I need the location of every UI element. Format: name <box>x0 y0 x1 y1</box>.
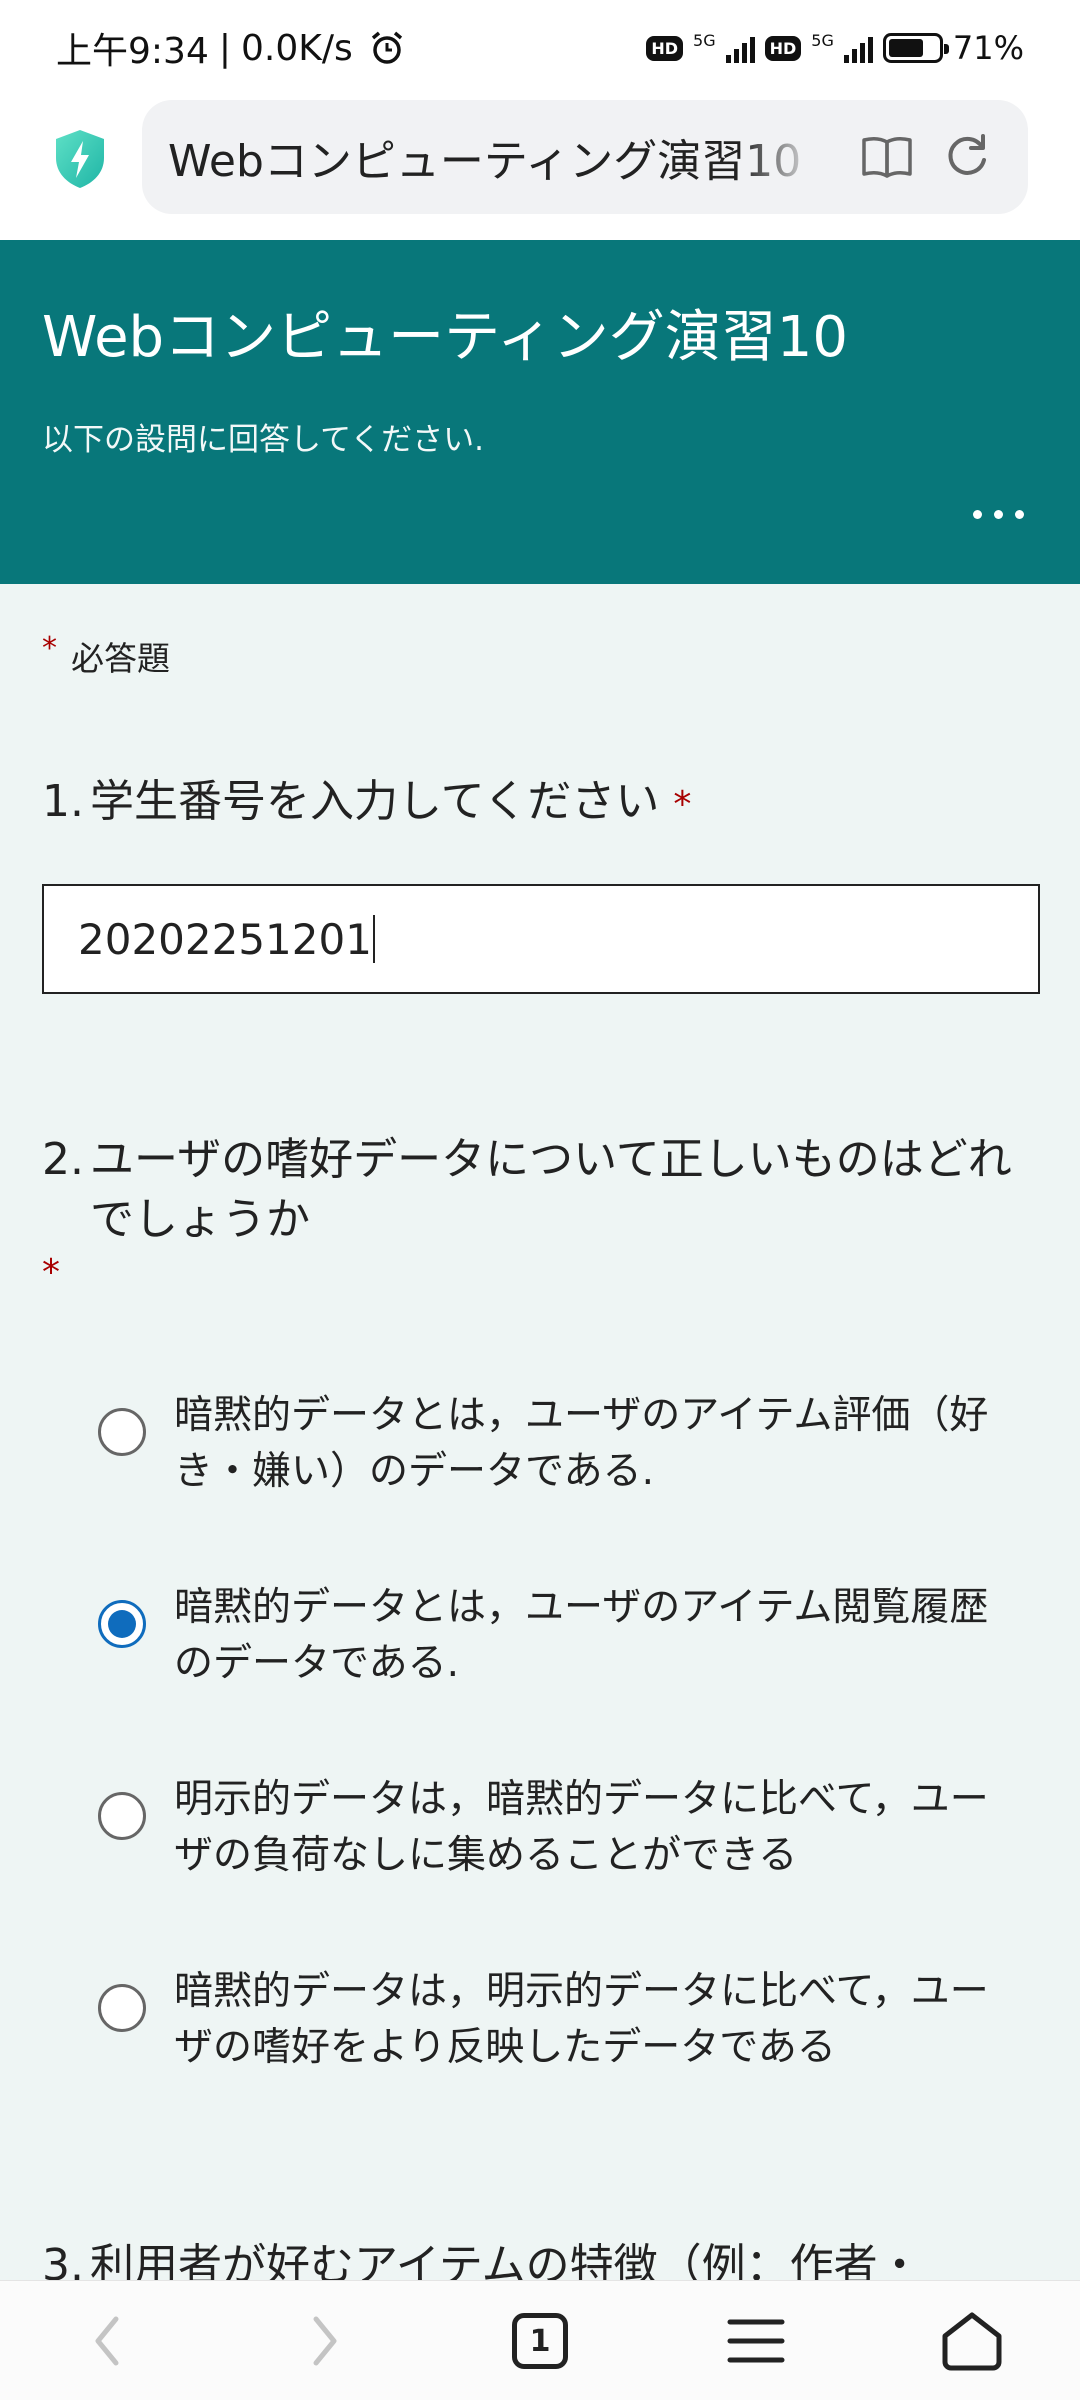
status-left: 上午9:34 | 0.0K/s <box>56 22 405 74</box>
status-bar: 上午9:34 | 0.0K/s HD 5G HD 5G 71% <box>0 0 1080 96</box>
reader-icon[interactable] <box>860 134 914 180</box>
radio-option-label[interactable]: 明示的データは，暗黙的データに比べて，ユーザの負荷なしに集めることができる <box>174 1772 998 1884</box>
shield-icon[interactable] <box>52 128 108 190</box>
menu-icon <box>727 2319 785 2363</box>
question-text: ユーザの嗜好データについて正しいものはどれでしょうか <box>90 1134 1012 1245</box>
hd-badge: HD <box>764 35 802 61</box>
home-icon <box>942 2312 1002 2371</box>
radio-button[interactable] <box>98 1408 146 1456</box>
question-2-title: 2. ユーザの嗜好データについて正しいものはどれでしょうか <box>42 1130 1042 1250</box>
radio-option-label[interactable]: 暗黙的データとは，ユーザのアイテム評価（好き・嫌い）のデータである. <box>174 1388 998 1500</box>
form-title: Webコンピューティング演習10 <box>42 305 848 370</box>
more-options-button[interactable] <box>973 510 1024 519</box>
back-arrow-icon <box>95 2316 119 2366</box>
radio-option-label[interactable]: 暗黙的データは，明示的データに比べて，ユーザの嗜好をより反映したデータである <box>174 1964 998 2076</box>
tabs-button[interactable]: 1 <box>500 2301 580 2381</box>
question-text: 学生番号を入力してください <box>90 776 660 827</box>
browser-bottom-nav: 1 <box>0 2280 1080 2400</box>
network-type: 5G <box>693 30 716 50</box>
status-net-speed: 0.0K/s <box>240 27 353 69</box>
signal-icon <box>843 33 873 63</box>
forward-button[interactable] <box>284 2301 364 2381</box>
student-number-value: 20202251201 <box>78 914 372 964</box>
radio-button[interactable] <box>98 1600 146 1648</box>
required-star: * <box>42 631 57 666</box>
menu-button[interactable] <box>716 2301 796 2381</box>
battery-percent: 71% <box>952 29 1024 67</box>
tab-count: 1 <box>512 2313 568 2369</box>
radio-option[interactable]: 明示的データは，暗黙的データに比べて，ユーザの負荷なしに集めることができる <box>98 1772 998 1884</box>
question-1-title: 1. 学生番号を入力してください * <box>42 772 1042 835</box>
form-subtitle: 以下の設問に回答してください. <box>42 422 484 458</box>
alarm-icon <box>371 31 402 64</box>
reload-icon[interactable] <box>942 130 992 180</box>
signal-icon <box>725 33 755 63</box>
radio-option-label[interactable]: 暗黙的データとは，ユーザのアイテム閲覧履歴のデータである. <box>174 1580 998 1692</box>
required-star: * <box>673 784 692 825</box>
question-number: 1. <box>42 776 84 827</box>
network-type: 5G <box>811 30 834 50</box>
form-header: Webコンピューティング演習10 以下の設問に回答してください. <box>0 240 1080 584</box>
forward-arrow-icon <box>313 2316 337 2366</box>
radio-option[interactable]: 暗黙的データとは，ユーザのアイテム閲覧履歴のデータである. <box>98 1580 998 1692</box>
address-bar[interactable]: Webコンピューティング演習10 <box>142 100 1028 214</box>
status-separator: | <box>218 27 231 69</box>
status-time: 上午9:34 <box>56 31 209 72</box>
required-note-text: 必答題 <box>71 639 170 678</box>
question-number: 2. <box>42 1134 84 1185</box>
radio-option[interactable]: 暗黙的データとは，ユーザのアイテム評価（好き・嫌い）のデータである. <box>98 1388 998 1500</box>
radio-option[interactable]: 暗黙的データは，明示的データに比べて，ユーザの嗜好をより反映したデータである <box>98 1964 998 2076</box>
required-note: * 必答題 <box>42 631 170 680</box>
required-star: * <box>42 1252 60 1293</box>
student-number-input[interactable]: 20202251201 <box>42 884 1040 994</box>
browser-toolbar: Webコンピューティング演習10 <box>0 96 1080 240</box>
status-right: HD 5G HD 5G 71% <box>646 29 1024 67</box>
hd-badge: HD <box>646 35 684 61</box>
radio-button[interactable] <box>98 1984 146 2032</box>
text-caret <box>372 915 375 963</box>
battery-icon <box>882 33 949 63</box>
home-button[interactable] <box>932 2301 1012 2381</box>
radio-button[interactable] <box>98 1792 146 1840</box>
back-button[interactable] <box>68 2301 148 2381</box>
url-text[interactable]: Webコンピューティング演習10 <box>168 125 818 189</box>
